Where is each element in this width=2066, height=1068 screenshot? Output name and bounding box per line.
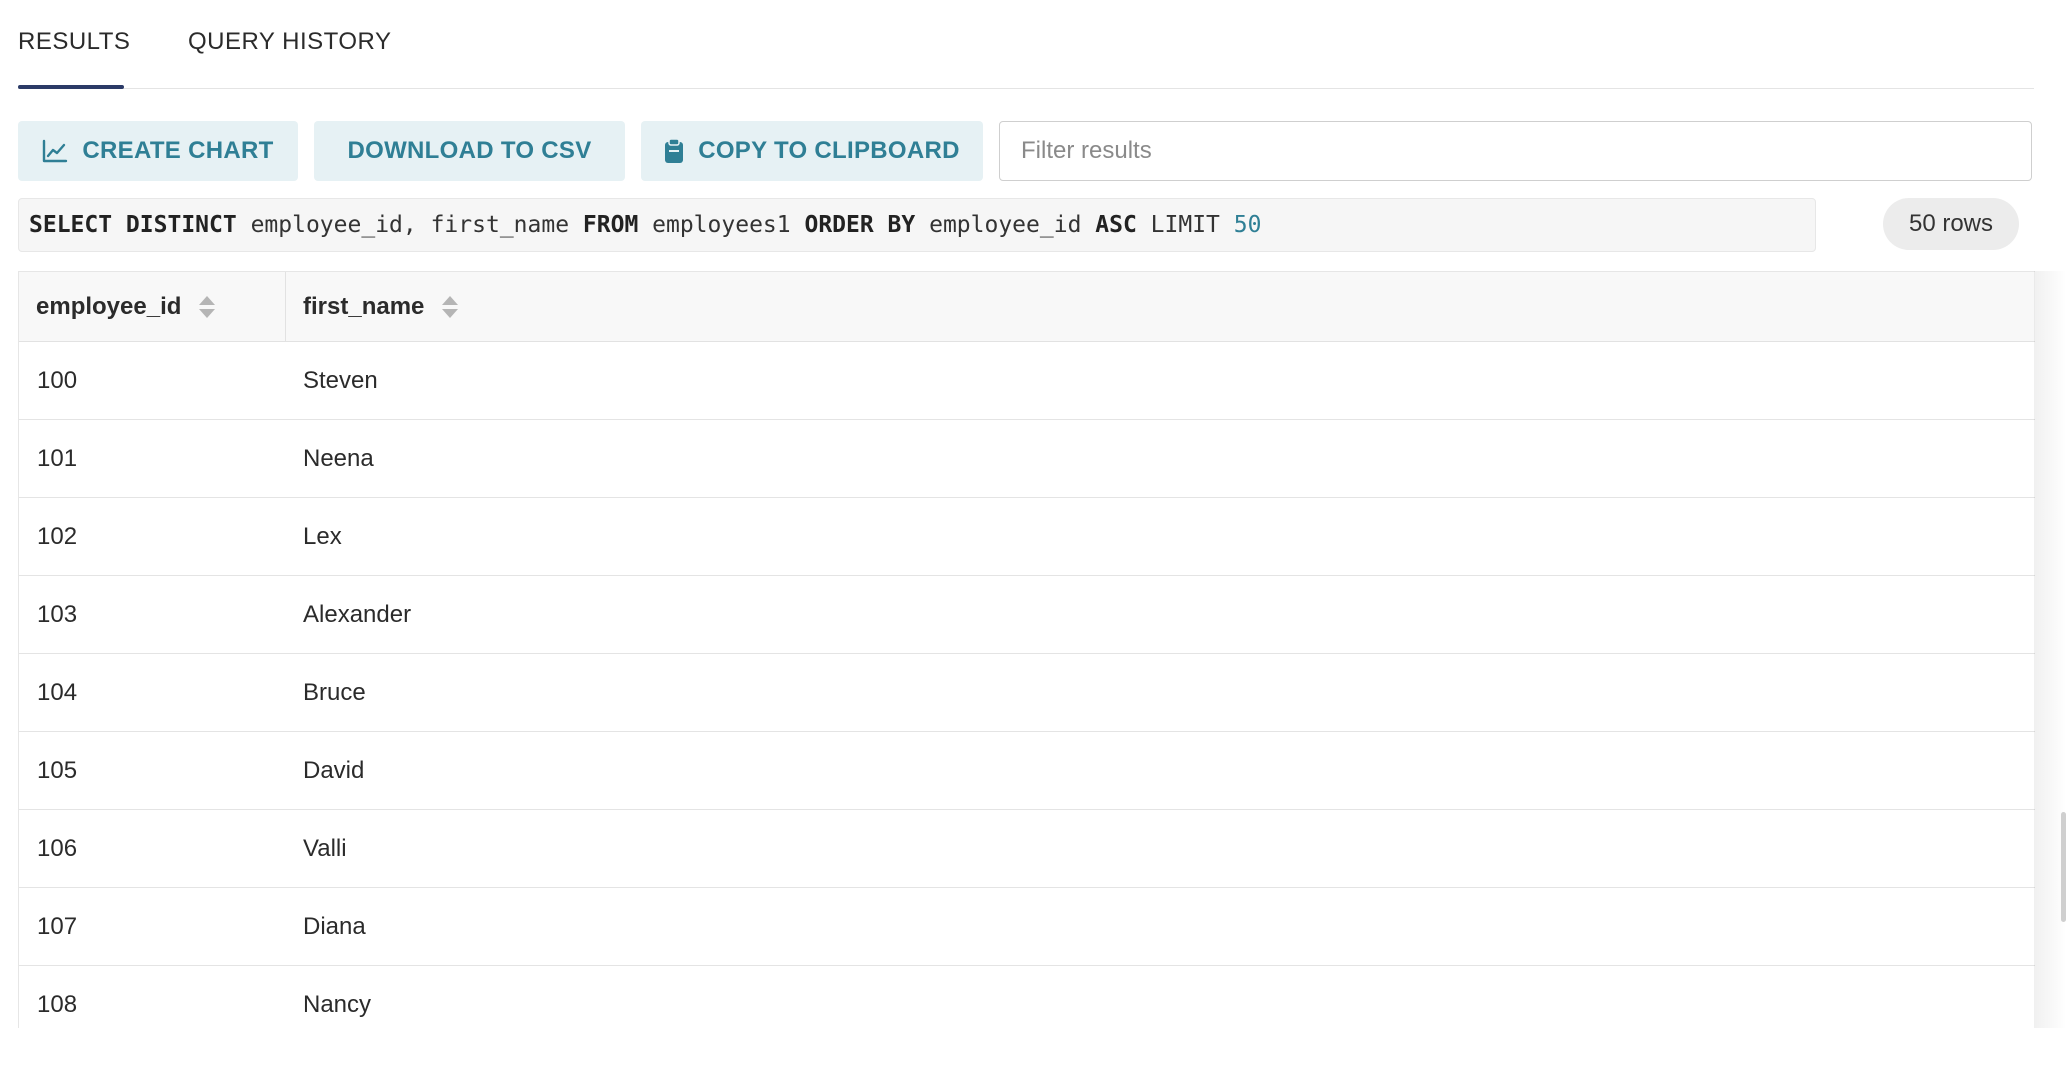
sql-text: employee_id [915, 212, 1096, 238]
download-csv-label: DOWNLOAD TO CSV [347, 137, 592, 164]
table-body: 100 Steven 101 Neena 102 Lex 103 Alexand… [19, 342, 2035, 1028]
sql-keyword: ORDER BY [804, 212, 916, 238]
sql-number: 50 [1233, 212, 1262, 238]
column-divider[interactable] [285, 272, 286, 342]
cell-employee-id: 108 [37, 990, 78, 1018]
clipboard-icon [664, 138, 684, 164]
sort-icon[interactable] [199, 296, 216, 318]
row-count-badge: 50 rows [1883, 198, 2019, 250]
copy-to-clipboard-button[interactable]: COPY TO CLIPBOARD [641, 121, 983, 181]
sql-keyword: SELECT DISTINCT [29, 212, 237, 238]
cell-employee-id: 101 [37, 444, 78, 472]
sql-text: employee_id, first_name [236, 212, 583, 238]
cell-employee-id: 106 [37, 834, 78, 862]
active-tab-indicator [18, 85, 124, 89]
cell-employee-id: 102 [37, 522, 78, 550]
cell-first-name: Steven [303, 366, 378, 394]
cell-first-name: Lex [303, 522, 342, 550]
cell-first-name: Bruce [303, 678, 366, 706]
table-header: employee_id first_name [19, 271, 2035, 342]
copy-to-clipboard-label: COPY TO CLIPBOARD [698, 137, 960, 164]
tab-bar: RESULTS QUERY HISTORY [18, 0, 2034, 89]
sort-icon[interactable] [442, 296, 459, 318]
cell-first-name: Valli [303, 834, 347, 862]
cell-employee-id: 105 [37, 756, 78, 784]
table-row: 104 Bruce [19, 654, 2035, 732]
cell-first-name: Nancy [303, 990, 372, 1018]
column-header-label: first_name [303, 293, 425, 320]
sql-text: employees1 [638, 212, 805, 238]
sql-keyword: ASC [1095, 212, 1137, 238]
sql-text: LIMIT [1136, 212, 1234, 238]
table-row: 105 David [19, 732, 2035, 810]
results-table: employee_id first_name 100 Steven 101 Ne… [18, 271, 2035, 1028]
create-chart-button[interactable]: CREATE CHART [18, 121, 298, 181]
tab-results[interactable]: RESULTS [18, 28, 130, 56]
column-header-label: employee_id [36, 293, 182, 320]
cell-first-name: Neena [303, 444, 374, 472]
cell-first-name: David [303, 756, 365, 784]
results-toolbar: CREATE CHART DOWNLOAD TO CSV COPY TO CLI… [18, 121, 2034, 181]
cell-employee-id: 104 [37, 678, 78, 706]
table-row: 100 Steven [19, 342, 2035, 420]
download-csv-button[interactable]: DOWNLOAD TO CSV [314, 121, 625, 181]
scrollbar-thumb[interactable] [2061, 812, 2066, 922]
tab-query-history[interactable]: QUERY HISTORY [188, 28, 391, 56]
results-panel: RESULTS QUERY HISTORY CREATE CHART DOWNL… [0, 0, 2066, 1068]
table-row: 108 Nancy [19, 966, 2035, 1028]
cell-employee-id: 107 [37, 912, 78, 940]
sql-query-display: SELECT DISTINCT employee_id, first_name … [18, 198, 1816, 252]
table-row: 106 Valli [19, 810, 2035, 888]
column-header-employee-id[interactable]: employee_id [36, 272, 216, 342]
cell-employee-id: 103 [37, 600, 78, 628]
table-row: 101 Neena [19, 420, 2035, 498]
cell-first-name: Diana [303, 912, 366, 940]
create-chart-label: CREATE CHART [82, 137, 274, 164]
filter-results-input[interactable] [999, 121, 2032, 181]
column-header-first-name[interactable]: first_name [303, 272, 459, 342]
table-row: 102 Lex [19, 498, 2035, 576]
sql-keyword: FROM [582, 212, 639, 238]
cell-employee-id: 100 [37, 366, 78, 394]
cell-first-name: Alexander [303, 600, 412, 628]
table-row: 103 Alexander [19, 576, 2035, 654]
table-row: 107 Diana [19, 888, 2035, 966]
line-chart-icon [42, 139, 68, 163]
